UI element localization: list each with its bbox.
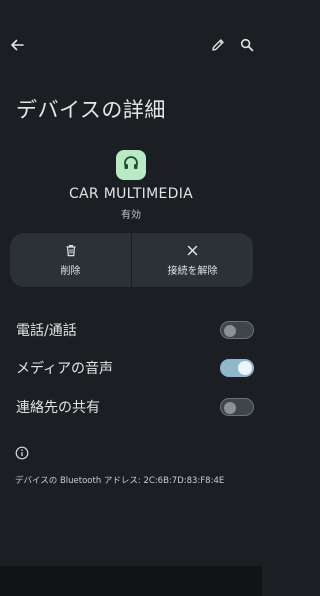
setting-row-phone-calls[interactable]: 電話/通話 (16, 318, 254, 342)
contact-sharing-toggle[interactable] (220, 398, 254, 416)
setting-label-phone-calls: 電話/通話 (16, 323, 77, 339)
system-navigation-bar (0, 566, 262, 596)
device-status: 有効 (121, 210, 141, 221)
close-icon (187, 243, 198, 257)
phone-calls-toggle[interactable] (220, 321, 254, 339)
trash-icon (65, 243, 77, 257)
disconnect-button[interactable]: 接続を解除 (131, 233, 253, 287)
search-icon[interactable] (238, 36, 256, 54)
arrow-back-icon[interactable] (8, 36, 26, 54)
device-icon (116, 150, 146, 180)
top-app-bar (0, 30, 262, 60)
bluetooth-address: デバイスの Bluetooth アドレス: 2C:6B:7D:83:F8:4E (15, 476, 225, 486)
pencil-icon[interactable] (209, 36, 227, 54)
delete-label: 削除 (60, 266, 81, 277)
page-title: デバイスの詳細 (16, 98, 166, 122)
info-icon (15, 445, 29, 460)
device-name: CAR MULTIMEDIA (68, 186, 194, 202)
setting-row-media-audio[interactable]: メディアの音声 (16, 356, 254, 380)
device-actions: 削除 接続を解除 (10, 233, 253, 287)
media-audio-toggle[interactable] (220, 359, 254, 377)
delete-button[interactable]: 削除 (10, 233, 131, 287)
setting-row-contact-sharing[interactable]: 連絡先の共有 (16, 395, 254, 419)
headset-icon (122, 154, 140, 176)
setting-label-media-audio: メディアの音声 (16, 361, 114, 377)
setting-label-contact-sharing: 連絡先の共有 (16, 400, 100, 416)
disconnect-label: 接続を解除 (167, 266, 218, 277)
